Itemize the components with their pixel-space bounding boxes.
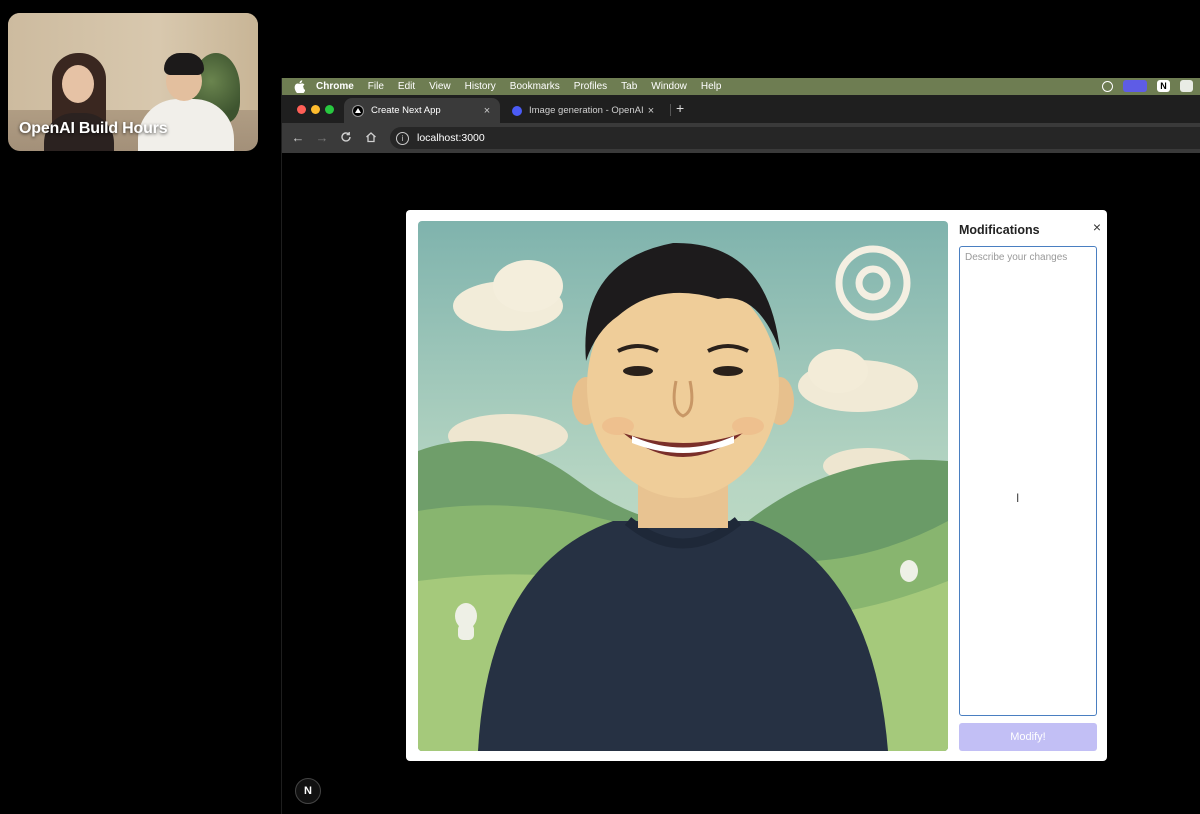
tab-create-next-app[interactable]: Create Next App × [344,98,500,123]
webcam-overlay: OpenAI Build Hours [8,13,258,151]
tab-close-icon[interactable]: × [480,105,494,117]
menu-edit[interactable]: Edit [398,81,415,92]
close-window-button[interactable] [297,105,306,114]
menu-window[interactable]: Window [651,81,687,92]
site-info-icon[interactable]: i [396,131,409,145]
openai-status-icon[interactable] [1102,80,1113,92]
address-bar[interactable]: i localhost:3000 [390,127,1200,149]
browser-toolbar: ← → i localhost:3000 [282,123,1200,153]
modifications-panel: Modifications × I Modify! [959,219,1101,751]
macos-menubar: Chrome File Edit View History Bookmarks … [282,78,1200,95]
page-viewport: Modifications × I Modify! N [282,153,1200,814]
forward-arrow-icon[interactable]: → [314,130,330,145]
menu-view[interactable]: View [429,81,451,92]
zoom-window-button[interactable] [325,105,334,114]
nextjs-dev-badge[interactable]: N [295,778,321,804]
modifications-textarea[interactable] [959,246,1097,716]
tab-close-icon[interactable]: × [644,105,658,117]
modal-close-icon[interactable]: × [1093,219,1101,235]
menubar-status-icons: N [1102,80,1193,92]
address-url: localhost:3000 [417,132,485,144]
modify-button[interactable]: Modify! [959,723,1097,751]
menu-history[interactable]: History [465,81,496,92]
tab-separator [670,104,671,116]
text-cursor-icon: I [1016,491,1020,505]
menu-file[interactable]: File [368,81,384,92]
menu-profiles[interactable]: Profiles [574,81,607,92]
back-arrow-icon[interactable]: ← [290,130,306,145]
modification-modal: Modifications × I Modify! [406,210,1107,761]
minimize-window-button[interactable] [311,105,320,114]
tab-label: Create Next App [371,105,441,116]
menu-help[interactable]: Help [701,81,722,92]
webcam-caption: OpenAI Build Hours [19,120,168,137]
menu-bookmarks[interactable]: Bookmarks [510,81,560,92]
openai-favicon-icon [512,105,522,116]
modifications-title: Modifications [959,223,1040,237]
menu-tab[interactable]: Tab [621,81,637,92]
menu-chrome[interactable]: Chrome [316,81,354,92]
tab-image-generation[interactable]: Image generation - OpenAI AI × [504,98,664,123]
apple-menu-icon[interactable] [294,79,308,94]
shared-screen: Chrome File Edit View History Bookmarks … [281,78,1200,814]
screen-share-status-icon[interactable] [1123,80,1147,92]
tab-label: Image generation - OpenAI AI [529,105,644,116]
browser-tabbar: Create Next App × Image generation - Ope… [282,95,1200,123]
new-tab-icon[interactable]: + [676,100,684,116]
notion-status-icon[interactable]: N [1157,80,1170,92]
home-icon[interactable] [363,130,379,146]
nextjs-triangle-icon [352,104,364,117]
reload-icon[interactable] [338,130,354,146]
generated-portrait-image [418,221,948,751]
extra-status-icon[interactable] [1180,80,1193,92]
